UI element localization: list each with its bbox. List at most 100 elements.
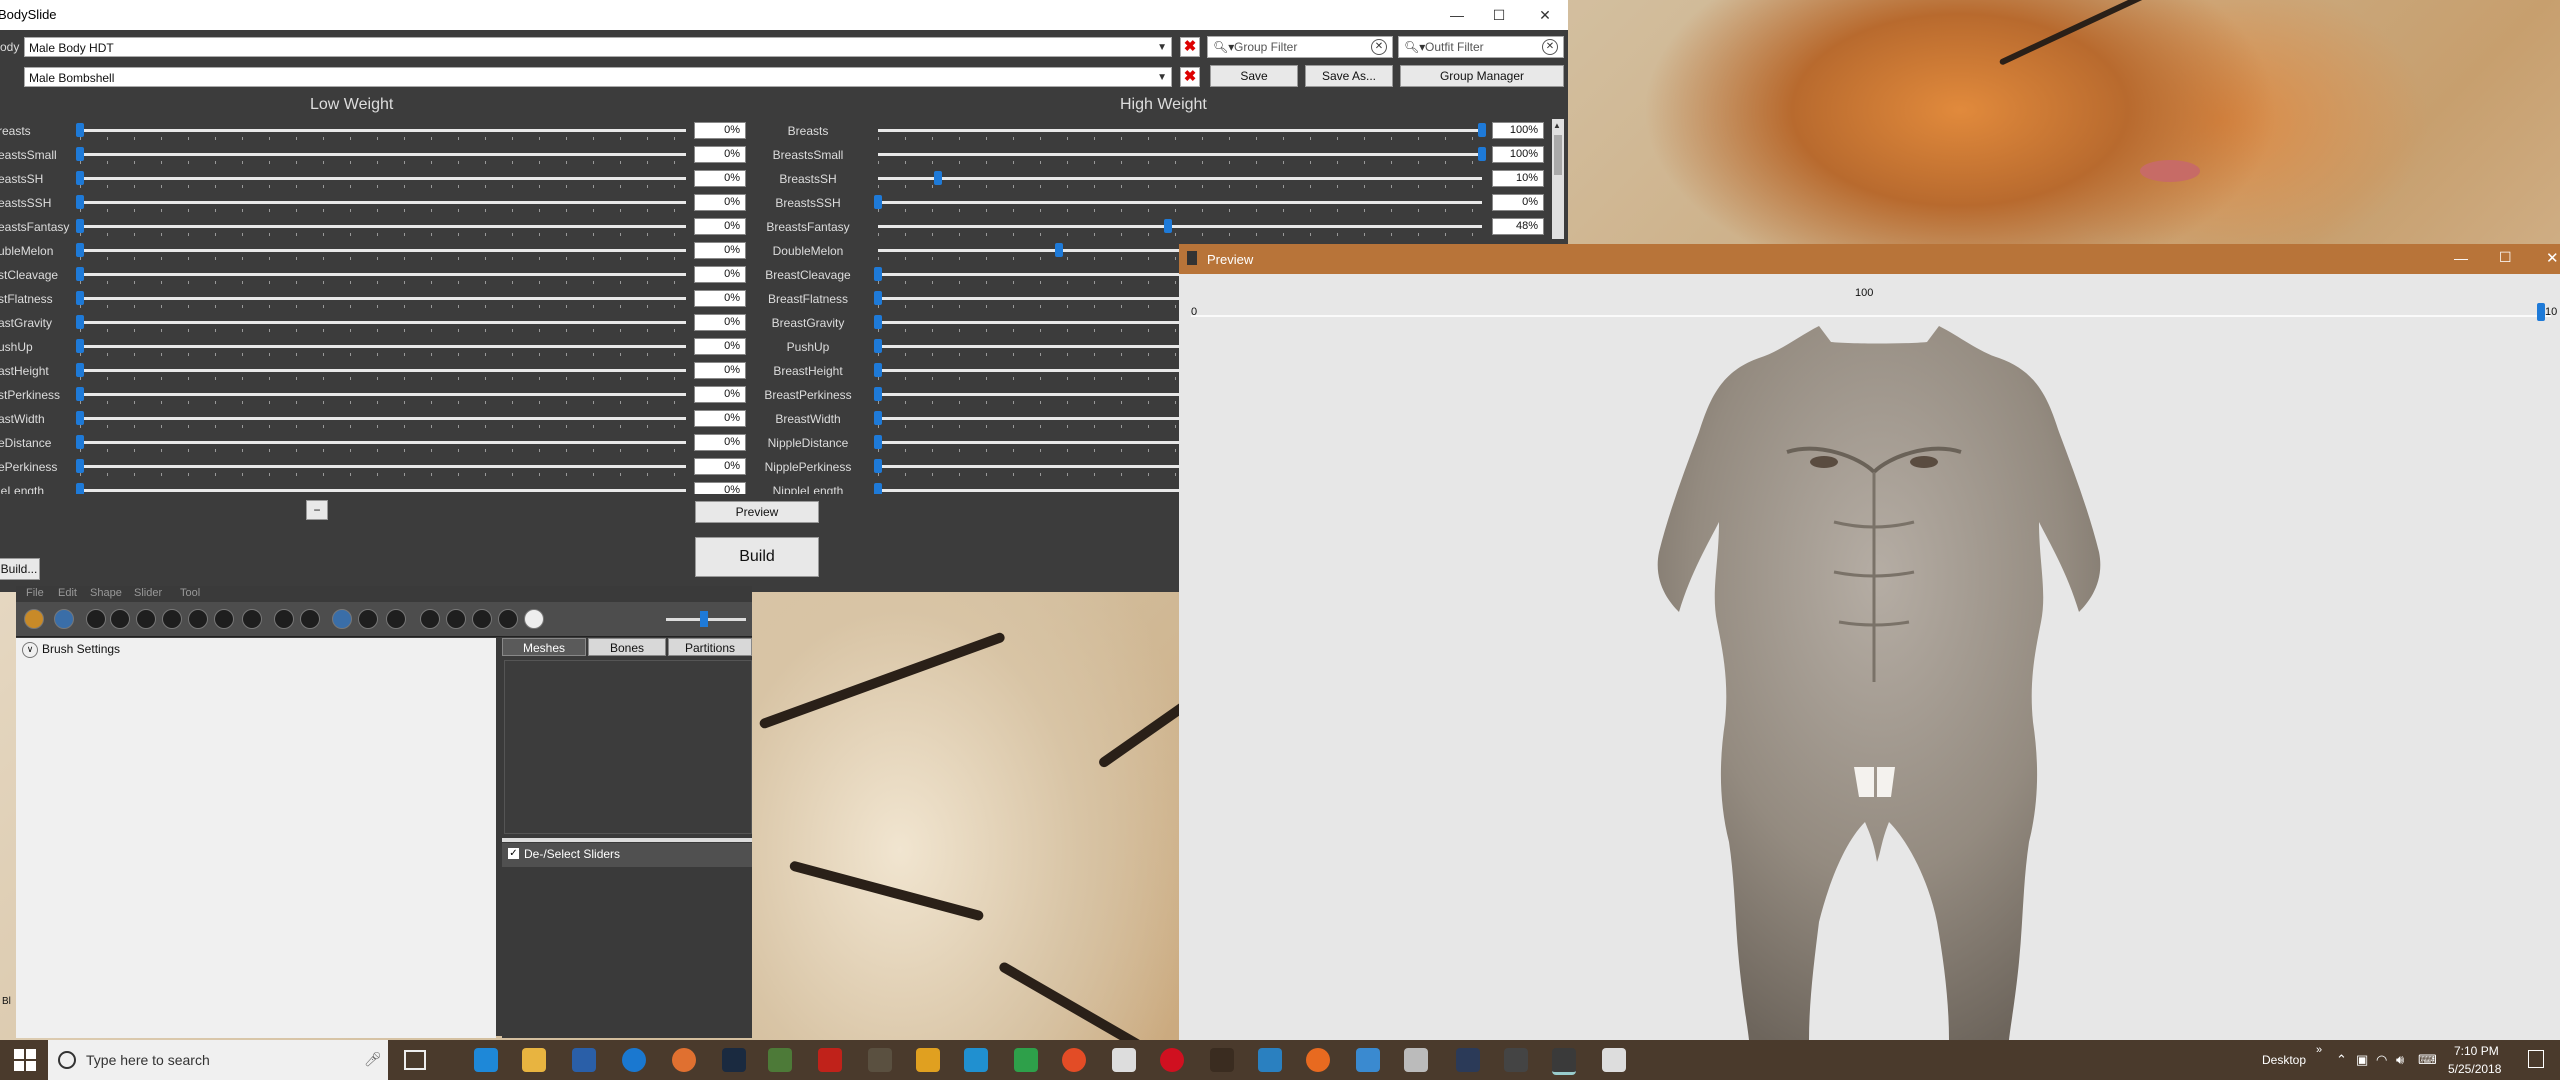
- save-button[interactable]: Save: [1210, 65, 1298, 87]
- clear-icon[interactable]: ✕: [1371, 39, 1387, 55]
- low-weight-track[interactable]: [80, 177, 686, 180]
- high-weight-thumb[interactable]: [874, 315, 882, 329]
- chevron-double-icon[interactable]: »: [2316, 1044, 2322, 1056]
- outfit-filter-input[interactable]: 🔍︎▾ Outfit Filter ✕: [1398, 36, 1564, 58]
- deflate-brush-icon[interactable]: [110, 609, 130, 629]
- build-button[interactable]: Build: [695, 537, 819, 577]
- network-icon[interactable]: ▣: [2356, 1052, 2368, 1068]
- menu-shape[interactable]: Shape: [90, 587, 122, 599]
- low-weight-thumb[interactable]: [76, 195, 84, 209]
- delete-outfit-button[interactable]: ✖: [1180, 37, 1200, 57]
- select-tool-icon[interactable]: [24, 609, 44, 629]
- low-weight-thumb[interactable]: [76, 243, 84, 257]
- chrome-icon[interactable]: [1062, 1048, 1086, 1072]
- app-cd-icon[interactable]: [1404, 1048, 1428, 1072]
- save-as-button[interactable]: Save As...: [1305, 65, 1393, 87]
- weight-brush-icon[interactable]: [242, 609, 262, 629]
- app-green-icon[interactable]: [1014, 1048, 1038, 1072]
- mesh-list[interactable]: [504, 660, 752, 834]
- move-brush-icon[interactable]: [136, 609, 156, 629]
- minus-button[interactable]: −: [306, 500, 328, 520]
- high-weight-thumb[interactable]: [934, 171, 943, 185]
- cube-view-icon[interactable]: [524, 609, 544, 629]
- app-v-icon[interactable]: [572, 1048, 596, 1072]
- app-dark-icon[interactable]: [1504, 1048, 1528, 1072]
- minimize-icon[interactable]: —: [1440, 4, 1474, 26]
- tab-bones[interactable]: Bones: [588, 638, 666, 656]
- lighting-icon[interactable]: [472, 609, 492, 629]
- low-weight-track[interactable]: [80, 225, 686, 228]
- low-weight-thumb[interactable]: [76, 291, 84, 305]
- file-explorer-icon[interactable]: [522, 1048, 546, 1072]
- slider-scrollbar[interactable]: ▲: [1552, 119, 1564, 239]
- low-weight-track[interactable]: [80, 345, 686, 348]
- low-weight-thumb[interactable]: [76, 171, 84, 185]
- app-m-icon[interactable]: [868, 1048, 892, 1072]
- high-weight-value[interactable]: 100%: [1492, 146, 1544, 163]
- high-weight-thumb[interactable]: [874, 195, 882, 209]
- low-weight-track[interactable]: [80, 417, 686, 420]
- bodyslide-taskbar-icon[interactable]: [1456, 1048, 1480, 1072]
- inflate-brush-icon[interactable]: [86, 609, 106, 629]
- outfit-select[interactable]: Male Body HDT ▼: [24, 37, 1172, 57]
- splitter[interactable]: [502, 838, 752, 842]
- firefox-icon[interactable]: [1306, 1048, 1330, 1072]
- low-weight-thumb[interactable]: [76, 267, 84, 281]
- high-weight-value[interactable]: 100%: [1492, 122, 1544, 139]
- clear-icon[interactable]: ✕: [1542, 39, 1558, 55]
- clock-time[interactable]: 7:10 PM: [2454, 1044, 2499, 1058]
- pivot-icon[interactable]: [300, 609, 320, 629]
- low-weight-track[interactable]: [80, 393, 686, 396]
- high-weight-thumb[interactable]: [1478, 147, 1486, 161]
- microphone-icon[interactable]: 🎤︎: [364, 1051, 382, 1068]
- scroll-up-icon[interactable]: ▲: [1553, 121, 1561, 130]
- app-lightbulb-icon[interactable]: [916, 1048, 940, 1072]
- low-weight-track[interactable]: [80, 489, 686, 492]
- low-weight-thumb[interactable]: [76, 339, 84, 353]
- xray-icon[interactable]: [420, 609, 440, 629]
- high-weight-value[interactable]: 0%: [1492, 194, 1544, 211]
- high-weight-track[interactable]: [878, 201, 1482, 204]
- minecraft-icon[interactable]: [768, 1048, 792, 1072]
- photos-icon[interactable]: [1602, 1048, 1626, 1072]
- low-weight-thumb[interactable]: [76, 483, 84, 494]
- steam-icon[interactable]: [722, 1048, 746, 1072]
- menu-tool[interactable]: Tool: [180, 587, 200, 599]
- field-of-view-thumb[interactable]: [700, 611, 708, 627]
- opera-icon[interactable]: [1160, 1048, 1184, 1072]
- high-weight-thumb[interactable]: [874, 291, 882, 305]
- high-weight-thumb[interactable]: [1163, 219, 1172, 233]
- low-weight-thumb[interactable]: [76, 315, 84, 329]
- group-manager-button[interactable]: Group Manager: [1400, 65, 1564, 87]
- low-weight-thumb[interactable]: [76, 363, 84, 377]
- low-weight-track[interactable]: [80, 153, 686, 156]
- menu-slider[interactable]: Slider: [134, 587, 162, 599]
- high-weight-value[interactable]: 48%: [1492, 218, 1544, 235]
- low-weight-thumb[interactable]: [76, 147, 84, 161]
- high-weight-value[interactable]: 10%: [1492, 170, 1544, 187]
- low-weight-track[interactable]: [80, 321, 686, 324]
- symmetry-icon[interactable]: [332, 609, 352, 629]
- high-weight-thumb[interactable]: [874, 411, 882, 425]
- deselect-sliders-row[interactable]: ✓ De-/Select Sliders: [502, 843, 752, 867]
- high-weight-track[interactable]: [878, 129, 1482, 132]
- internet-explorer-icon[interactable]: [622, 1048, 646, 1072]
- high-weight-thumb[interactable]: [874, 435, 882, 449]
- volume-icon[interactable]: 🔊︎: [2396, 1052, 2404, 1068]
- low-weight-thumb[interactable]: [76, 459, 84, 473]
- high-weight-thumb[interactable]: [1478, 123, 1486, 137]
- low-weight-track[interactable]: [80, 369, 686, 372]
- high-weight-thumb[interactable]: [874, 387, 882, 401]
- low-weight-track[interactable]: [80, 201, 686, 204]
- low-weight-track[interactable]: [80, 249, 686, 252]
- task-view-icon[interactable]: [404, 1050, 426, 1070]
- menu-file[interactable]: File: [26, 587, 44, 599]
- high-weight-thumb[interactable]: [1055, 243, 1064, 257]
- skype-icon[interactable]: [964, 1048, 988, 1072]
- collapse-icon[interactable]: ∨: [22, 642, 38, 658]
- tab-partitions[interactable]: Partitions: [668, 638, 752, 656]
- show-hidden-icons-icon[interactable]: ⌃: [2336, 1052, 2347, 1068]
- minimize-icon[interactable]: —: [2454, 250, 2468, 266]
- high-weight-track[interactable]: [878, 225, 1482, 228]
- high-weight-thumb[interactable]: [874, 339, 882, 353]
